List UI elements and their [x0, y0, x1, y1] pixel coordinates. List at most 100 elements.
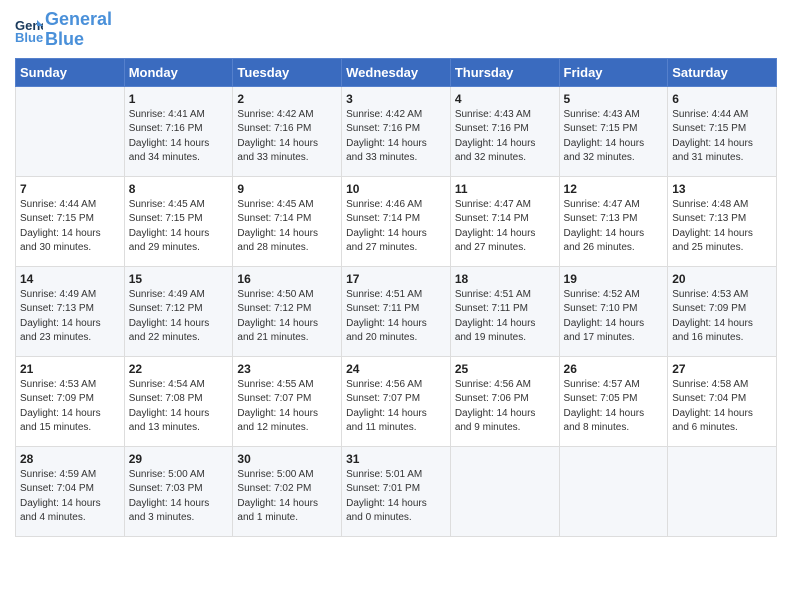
calendar-cell: 4 Sunrise: 4:43 AM Sunset: 7:16 PM Daylig…	[450, 86, 559, 176]
calendar-cell: 19 Sunrise: 4:52 AM Sunset: 7:10 PM Dayli…	[559, 266, 668, 356]
day-info: Sunrise: 4:58 AM Sunset: 7:04 PM Dayligh…	[672, 378, 772, 436]
calendar-week-0: 1 Sunrise: 4:41 AM Sunset: 7:16 PM Daylig…	[16, 86, 777, 176]
weekday-header-saturday: Saturday	[668, 58, 777, 86]
calendar-cell	[559, 446, 668, 536]
day-number: 20	[672, 272, 772, 286]
calendar-cell: 12Sunrise: 4:47 AM Sunset: 7:13 PM Dayli…	[559, 176, 668, 266]
day-info: Sunrise: 4:57 AM Sunset: 7:05 PM Dayligh…	[564, 378, 664, 436]
day-info: Sunrise: 4:45 AM Sunset: 7:15 PM Dayligh…	[129, 198, 229, 256]
calendar-cell	[450, 446, 559, 536]
calendar-week-1: 7Sunrise: 4:44 AM Sunset: 7:15 PM Daylig…	[16, 176, 777, 266]
day-number: 4	[455, 92, 555, 106]
day-number: 21	[20, 362, 120, 376]
calendar-cell: 17 Sunrise: 4:51 AM Sunset: 7:11 PM Dayli…	[342, 266, 451, 356]
svg-text:Blue: Blue	[15, 30, 43, 44]
calendar-cell: 3 Sunrise: 4:42 AM Sunset: 7:16 PM Daylig…	[342, 86, 451, 176]
day-number: 9	[237, 182, 337, 196]
calendar-cell: 10 Sunrise: 4:46 AM Sunset: 7:14 PM Dayli…	[342, 176, 451, 266]
calendar-cell: 8 Sunrise: 4:45 AM Sunset: 7:15 PM Daylig…	[124, 176, 233, 266]
day-number: 23	[237, 362, 337, 376]
day-number: 27	[672, 362, 772, 376]
day-info: Sunrise: 5:00 AM Sunset: 7:03 PM Dayligh…	[129, 468, 229, 526]
logo-general: General	[45, 9, 112, 29]
day-info: Sunrise: 4:42 AM Sunset: 7:16 PM Dayligh…	[346, 108, 446, 166]
calendar-cell: 13 Sunrise: 4:48 AM Sunset: 7:13 PM Dayli…	[668, 176, 777, 266]
weekday-header-wednesday: Wednesday	[342, 58, 451, 86]
calendar-week-2: 14Sunrise: 4:49 AM Sunset: 7:13 PM Dayli…	[16, 266, 777, 356]
day-info: Sunrise: 4:51 AM Sunset: 7:11 PM Dayligh…	[455, 288, 555, 346]
day-number: 18	[455, 272, 555, 286]
day-number: 2	[237, 92, 337, 106]
calendar-cell: 18 Sunrise: 4:51 AM Sunset: 7:11 PM Dayli…	[450, 266, 559, 356]
logo-text: General Blue	[45, 10, 112, 50]
day-info: Sunrise: 4:53 AM Sunset: 7:09 PM Dayligh…	[672, 288, 772, 346]
calendar-cell: 7Sunrise: 4:44 AM Sunset: 7:15 PM Daylig…	[16, 176, 125, 266]
weekday-header-tuesday: Tuesday	[233, 58, 342, 86]
day-info: Sunrise: 4:56 AM Sunset: 7:07 PM Dayligh…	[346, 378, 446, 436]
day-number: 25	[455, 362, 555, 376]
day-info: Sunrise: 4:42 AM Sunset: 7:16 PM Dayligh…	[237, 108, 337, 166]
calendar-cell: 29 Sunrise: 5:00 AM Sunset: 7:03 PM Dayli…	[124, 446, 233, 536]
calendar-cell	[16, 86, 125, 176]
calendar-cell: 25Sunrise: 4:56 AM Sunset: 7:06 PM Dayli…	[450, 356, 559, 446]
calendar-week-3: 21 Sunrise: 4:53 AM Sunset: 7:09 PM Dayli…	[16, 356, 777, 446]
day-number: 22	[129, 362, 229, 376]
day-info: Sunrise: 4:48 AM Sunset: 7:13 PM Dayligh…	[672, 198, 772, 256]
day-info: Sunrise: 4:49 AM Sunset: 7:12 PM Dayligh…	[129, 288, 229, 346]
day-number: 30	[237, 452, 337, 466]
day-number: 15	[129, 272, 229, 286]
day-info: Sunrise: 4:51 AM Sunset: 7:11 PM Dayligh…	[346, 288, 446, 346]
day-number: 10	[346, 182, 446, 196]
day-number: 24	[346, 362, 446, 376]
calendar-cell: 23 Sunrise: 4:55 AM Sunset: 7:07 PM Dayli…	[233, 356, 342, 446]
weekday-header-monday: Monday	[124, 58, 233, 86]
day-number: 28	[20, 452, 120, 466]
day-info: Sunrise: 5:01 AM Sunset: 7:01 PM Dayligh…	[346, 468, 446, 526]
logo: General Blue General Blue	[15, 10, 112, 50]
day-info: Sunrise: 4:44 AM Sunset: 7:15 PM Dayligh…	[672, 108, 772, 166]
day-number: 7	[20, 182, 120, 196]
calendar-cell: 15 Sunrise: 4:49 AM Sunset: 7:12 PM Dayli…	[124, 266, 233, 356]
day-number: 1	[129, 92, 229, 106]
day-number: 19	[564, 272, 664, 286]
day-number: 3	[346, 92, 446, 106]
calendar-week-4: 28 Sunrise: 4:59 AM Sunset: 7:04 PM Dayli…	[16, 446, 777, 536]
calendar-cell: 6 Sunrise: 4:44 AM Sunset: 7:15 PM Daylig…	[668, 86, 777, 176]
day-info: Sunrise: 4:53 AM Sunset: 7:09 PM Dayligh…	[20, 378, 120, 436]
calendar-cell: 11 Sunrise: 4:47 AM Sunset: 7:14 PM Dayli…	[450, 176, 559, 266]
calendar-cell: 9 Sunrise: 4:45 AM Sunset: 7:14 PM Daylig…	[233, 176, 342, 266]
day-info: Sunrise: 4:46 AM Sunset: 7:14 PM Dayligh…	[346, 198, 446, 256]
calendar-body: 1 Sunrise: 4:41 AM Sunset: 7:16 PM Daylig…	[16, 86, 777, 536]
day-number: 31	[346, 452, 446, 466]
day-number: 11	[455, 182, 555, 196]
day-info: Sunrise: 4:50 AM Sunset: 7:12 PM Dayligh…	[237, 288, 337, 346]
day-number: 29	[129, 452, 229, 466]
day-info: Sunrise: 4:43 AM Sunset: 7:15 PM Dayligh…	[564, 108, 664, 166]
calendar-table: SundayMondayTuesdayWednesdayThursdayFrid…	[15, 58, 777, 537]
calendar-cell: 27 Sunrise: 4:58 AM Sunset: 7:04 PM Dayli…	[668, 356, 777, 446]
day-number: 16	[237, 272, 337, 286]
day-number: 5	[564, 92, 664, 106]
calendar-cell: 2 Sunrise: 4:42 AM Sunset: 7:16 PM Daylig…	[233, 86, 342, 176]
calendar-cell: 14Sunrise: 4:49 AM Sunset: 7:13 PM Dayli…	[16, 266, 125, 356]
day-info: Sunrise: 4:43 AM Sunset: 7:16 PM Dayligh…	[455, 108, 555, 166]
day-info: Sunrise: 4:47 AM Sunset: 7:14 PM Dayligh…	[455, 198, 555, 256]
day-info: Sunrise: 5:00 AM Sunset: 7:02 PM Dayligh…	[237, 468, 337, 526]
day-info: Sunrise: 4:52 AM Sunset: 7:10 PM Dayligh…	[564, 288, 664, 346]
logo-blue: Blue	[45, 29, 84, 49]
day-number: 8	[129, 182, 229, 196]
calendar-cell: 5 Sunrise: 4:43 AM Sunset: 7:15 PM Daylig…	[559, 86, 668, 176]
calendar-cell: 31 Sunrise: 5:01 AM Sunset: 7:01 PM Dayli…	[342, 446, 451, 536]
calendar-cell: 28 Sunrise: 4:59 AM Sunset: 7:04 PM Dayli…	[16, 446, 125, 536]
day-info: Sunrise: 4:59 AM Sunset: 7:04 PM Dayligh…	[20, 468, 120, 526]
day-info: Sunrise: 4:41 AM Sunset: 7:16 PM Dayligh…	[129, 108, 229, 166]
logo-icon: General Blue	[15, 16, 43, 44]
weekday-row: SundayMondayTuesdayWednesdayThursdayFrid…	[16, 58, 777, 86]
day-info: Sunrise: 4:55 AM Sunset: 7:07 PM Dayligh…	[237, 378, 337, 436]
day-number: 6	[672, 92, 772, 106]
calendar-cell: 16 Sunrise: 4:50 AM Sunset: 7:12 PM Dayli…	[233, 266, 342, 356]
day-number: 17	[346, 272, 446, 286]
day-number: 13	[672, 182, 772, 196]
day-info: Sunrise: 4:45 AM Sunset: 7:14 PM Dayligh…	[237, 198, 337, 256]
weekday-header-thursday: Thursday	[450, 58, 559, 86]
